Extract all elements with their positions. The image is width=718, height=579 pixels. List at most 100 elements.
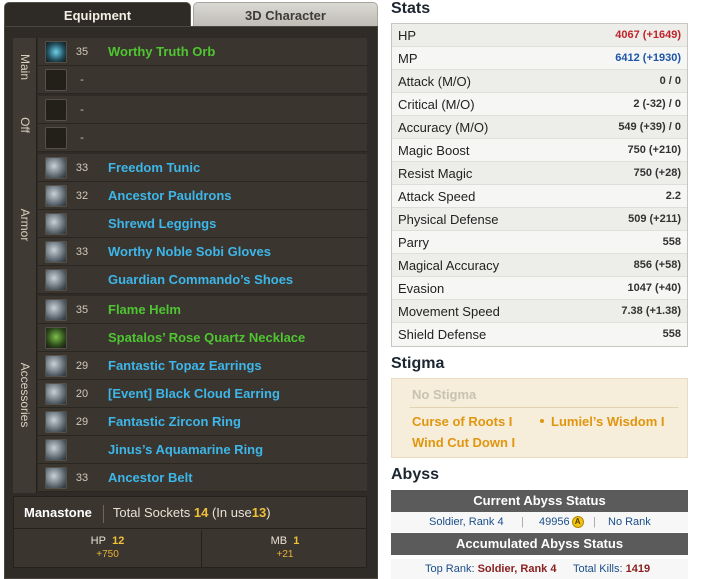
equipment-row[interactable]: 35 Flame Helm: [38, 296, 367, 324]
item-name[interactable]: Flame Helm: [108, 296, 181, 324]
tunic-icon[interactable]: [45, 157, 67, 179]
item-name[interactable]: Freedom Tunic: [108, 154, 200, 182]
belt-icon[interactable]: [45, 467, 67, 489]
stat-name: Accuracy (M/O): [398, 120, 489, 135]
equipment-row: -: [38, 66, 367, 94]
earring-icon[interactable]: [45, 383, 67, 405]
current-abyss-row: Soldier, Rank 4 | 49956 A | No Rank: [391, 512, 688, 532]
stigma-skill[interactable]: Wind Cut Down I: [412, 435, 515, 450]
stat-row: Physical Defense 509 (+211): [392, 208, 687, 231]
helm-icon[interactable]: [45, 299, 67, 321]
total-kills: 1419: [625, 563, 651, 575]
stat-name: Attack Speed: [398, 189, 476, 204]
sockets-label: Total Sockets: [112, 505, 191, 520]
stat-value: 7.38 (+1.38): [621, 305, 681, 317]
stat-name: Critical (M/O): [398, 97, 475, 112]
empty-slot: [45, 99, 67, 121]
item-name[interactable]: Fantastic Topaz Earrings: [108, 352, 262, 380]
necklace-icon[interactable]: [45, 327, 67, 349]
stigma-panel: No Stigma Curse of Roots I Lumiel’s Wisd…: [391, 378, 688, 458]
group-main: Main 35 Worthy Truth Orb -: [13, 38, 367, 96]
stat-value: 750 (+210): [627, 144, 681, 156]
item-level: 20: [75, 388, 89, 400]
item-level: [70, 210, 94, 238]
stat-row: Magical Accuracy 856 (+58): [392, 254, 687, 277]
item-name[interactable]: Spatalos’ Rose Quartz Necklace: [108, 324, 305, 352]
in-use-label: (In use: [211, 505, 252, 520]
equipment-row[interactable]: Spatalos’ Rose Quartz Necklace: [38, 324, 367, 352]
manastone-hp-bonus: +750: [96, 549, 119, 560]
stigma-skill[interactable]: Curse of Roots I: [412, 414, 512, 429]
tab-3d-character[interactable]: 3D Character: [193, 2, 378, 28]
item-name[interactable]: Ancestor Pauldrons: [108, 182, 232, 210]
tab-bar: Equipment 3D Character: [4, 0, 378, 28]
shoes-icon[interactable]: [45, 269, 67, 291]
group-label-accessories: Accessories: [17, 362, 32, 427]
stat-name: Attack (M/O): [398, 74, 471, 89]
equipment-row: -: [38, 124, 367, 152]
group-armor: Armor 33 Freedom Tunic 32 Ancestor Pauldron…: [13, 154, 367, 296]
item-name[interactable]: [Event] Black Cloud Earring: [108, 380, 280, 408]
sockets-in-use: 13: [251, 505, 267, 520]
equipment-row[interactable]: 33 Ancestor Belt: [38, 464, 367, 492]
stigma-title: Stigma: [391, 355, 445, 372]
item-name[interactable]: Worthy Truth Orb: [108, 38, 215, 66]
ring-icon[interactable]: [45, 439, 67, 461]
stat-row: Critical (M/O) 2 (-32) / 0: [392, 93, 687, 116]
stat-name: Magical Accuracy: [398, 258, 500, 273]
stigma-skill[interactable]: Lumiel’s Wisdom I: [551, 414, 665, 429]
kills-label: Total Kills:: [573, 563, 623, 575]
equipment-row[interactable]: Jinus’s Aquamarine Ring: [38, 436, 367, 464]
equipment-panel: Equipment 3D Character Main 35 Worthy Tru…: [4, 0, 378, 579]
equipment-row[interactable]: 35 Worthy Truth Orb: [38, 38, 367, 66]
abyss-coin-icon: A: [571, 516, 584, 529]
tab-equipment[interactable]: Equipment: [4, 2, 191, 28]
top-rank: Soldier, Rank 4: [477, 563, 557, 575]
stat-name: HP: [398, 28, 417, 43]
item-level: [70, 436, 94, 464]
equipment-row[interactable]: 33 Worthy Noble Sobi Gloves: [38, 238, 367, 266]
stat-value: 6412 (+1930): [615, 52, 681, 64]
stat-value: 856 (+58): [633, 259, 681, 271]
sockets-total: 14: [193, 505, 209, 520]
equipment-row[interactable]: 29 Fantastic Zircon Ring: [38, 408, 367, 436]
item-level: -: [80, 104, 84, 116]
equipment-row[interactable]: 20 [Event] Black Cloud Earring: [38, 380, 367, 408]
equipment-row[interactable]: Shrewd Leggings: [38, 210, 367, 238]
stat-value: 549 (+39) / 0: [618, 121, 681, 133]
item-level: 29: [75, 360, 89, 372]
manastone-hp: HP 12 +750: [14, 530, 202, 568]
equipment-row[interactable]: Guardian Commando’s Shoes: [38, 266, 367, 294]
item-name[interactable]: Ancestor Belt: [108, 464, 193, 492]
item-level: [70, 266, 94, 294]
manastone-mb-bonus: +21: [276, 549, 294, 560]
orb-icon[interactable]: [45, 41, 67, 63]
item-name[interactable]: Fantastic Zircon Ring: [108, 408, 241, 436]
stat-value: 558: [662, 328, 681, 340]
item-name[interactable]: Worthy Noble Sobi Gloves: [108, 238, 271, 266]
item-name[interactable]: Guardian Commando’s Shoes: [108, 266, 293, 294]
earring-icon[interactable]: [45, 355, 67, 377]
stat-row: Evasion 1047 (+40): [392, 277, 687, 300]
leggings-icon[interactable]: [45, 213, 67, 235]
group-label-armor: Armor: [17, 208, 32, 242]
equipment-row[interactable]: 29 Fantastic Topaz Earrings: [38, 352, 367, 380]
item-name[interactable]: Jinus’s Aquamarine Ring: [108, 436, 263, 464]
ring-icon[interactable]: [45, 411, 67, 433]
stat-value: 0 / 0: [659, 75, 681, 87]
equipment-row[interactable]: 33 Freedom Tunic: [38, 154, 367, 182]
item-level: 35: [75, 46, 89, 58]
current-ranking: No Rank: [608, 516, 651, 528]
stat-row: Attack Speed 2.2: [392, 185, 687, 208]
manastone-title: Manastone: [24, 505, 92, 520]
item-name[interactable]: Shrewd Leggings: [108, 210, 216, 238]
equipment-row[interactable]: 32 Ancestor Pauldrons: [38, 182, 367, 210]
empty-slot: [45, 127, 67, 149]
stat-value: 2 (-32) / 0: [633, 98, 681, 110]
current-rank: Soldier, Rank 4: [429, 516, 504, 528]
accumulated-abyss-header: Accumulated Abyss Status: [391, 533, 688, 555]
stat-row: Resist Magic 750 (+28): [392, 162, 687, 185]
pauldrons-icon[interactable]: [45, 185, 67, 207]
gloves-icon[interactable]: [45, 241, 67, 263]
stat-row: MP 6412 (+1930): [392, 47, 687, 70]
